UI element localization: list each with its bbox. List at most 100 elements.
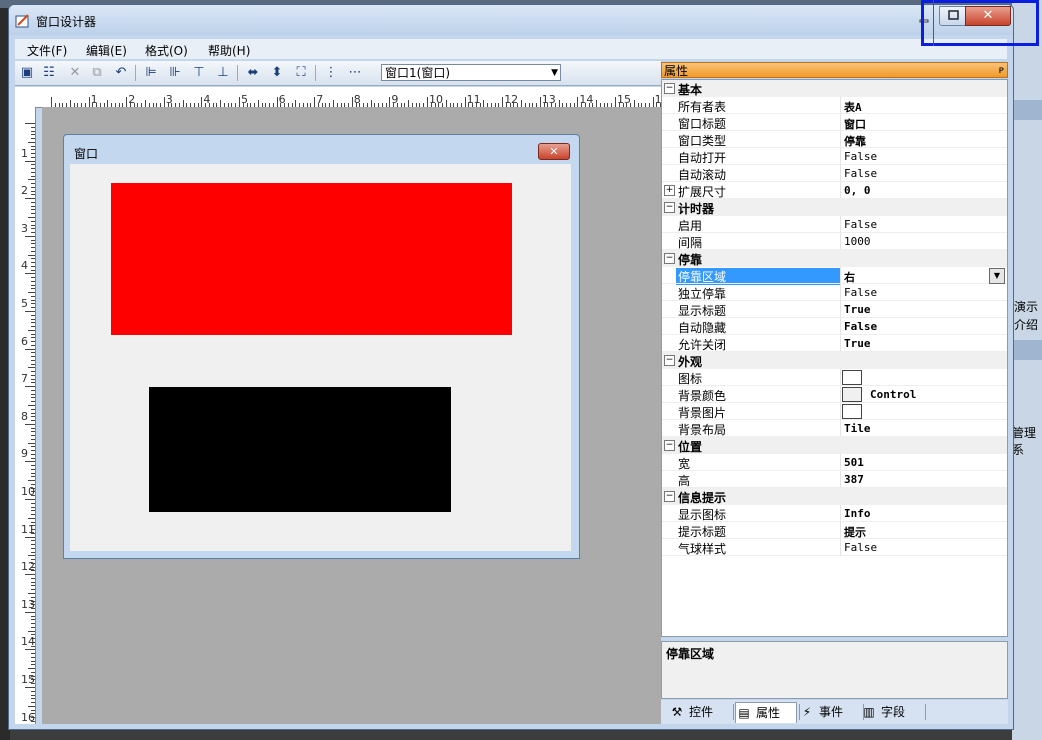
property-row[interactable]: 窗口标题 窗口: [662, 114, 1007, 131]
property-row[interactable]: 独立停靠 False: [662, 284, 1007, 301]
property-value[interactable]: False: [844, 541, 877, 554]
property-value[interactable]: False: [844, 218, 877, 231]
align-right-icon[interactable]: ⊪: [167, 65, 183, 81]
dropdown-arrow-icon[interactable]: ▼: [989, 268, 1005, 284]
property-row[interactable]: 背景图片: [662, 403, 1007, 420]
properties-list-icon[interactable]: ☷: [41, 65, 57, 81]
collapse-icon[interactable]: −: [664, 491, 675, 502]
property-row[interactable]: 高 387: [662, 471, 1007, 488]
save-icon[interactable]: ▣: [19, 65, 35, 81]
ruler-tick: [28, 442, 35, 444]
collapse-icon[interactable]: −: [664, 202, 675, 213]
property-category[interactable]: − 外观: [662, 352, 1007, 369]
property-row[interactable]: 气球样式 False: [662, 539, 1007, 556]
horizontal-spacing-icon[interactable]: ⋯: [347, 65, 363, 81]
property-row[interactable]: 提示标题 提示: [662, 522, 1007, 539]
property-category[interactable]: − 基本: [662, 80, 1007, 97]
same-height-icon[interactable]: ⬍: [269, 65, 285, 81]
tab-lightning[interactable]: ⚡ 事件: [799, 702, 859, 722]
vertical-spacing-icon[interactable]: ⋮: [323, 65, 339, 81]
property-category[interactable]: − 信息提示: [662, 488, 1007, 505]
menu-file[interactable]: 文件(F): [27, 42, 67, 59]
collapse-icon[interactable]: −: [664, 253, 675, 264]
collapse-icon[interactable]: −: [664, 355, 675, 366]
property-value[interactable]: 1000: [844, 235, 871, 248]
property-row[interactable]: 宽 501: [662, 454, 1007, 471]
same-size-icon[interactable]: ⛶: [293, 65, 309, 81]
tab-tools[interactable]: ⚒ 控件: [669, 702, 729, 722]
property-row[interactable]: 自动打开 False: [662, 148, 1007, 165]
property-row[interactable]: 自动隐藏 False: [662, 318, 1007, 335]
property-value[interactable]: 0, 0: [844, 184, 871, 197]
ruler-tick: [295, 100, 297, 107]
menu-format[interactable]: 格式(O): [145, 42, 188, 59]
black-panel-control[interactable]: [149, 387, 451, 512]
property-value[interactable]: False: [844, 167, 877, 180]
ruler-tick: [145, 100, 146, 107]
ruler-tick: [31, 457, 35, 459]
ruler-tick: [31, 698, 35, 700]
property-value[interactable]: 右: [844, 269, 855, 285]
property-row[interactable]: 停靠区域右 ▼: [662, 267, 1007, 285]
annotation-line: [933, 0, 934, 46]
property-category[interactable]: − 计时器: [662, 199, 1007, 216]
expand-icon[interactable]: +: [664, 185, 675, 196]
ruler-tick: [31, 175, 35, 177]
property-row[interactable]: 间隔 1000: [662, 233, 1007, 250]
ruler-tick: [427, 97, 428, 107]
menu-help[interactable]: 帮助(H): [208, 42, 250, 59]
ruler-tick: [25, 461, 35, 463]
align-top-icon[interactable]: ⊤: [191, 65, 207, 81]
designed-form-client-area[interactable]: [70, 164, 571, 551]
property-value[interactable]: Control: [870, 388, 916, 401]
property-value[interactable]: Tile: [844, 422, 871, 435]
copy-icon[interactable]: ⧉: [89, 65, 105, 81]
tab-properties[interactable]: ▤ 属性: [735, 702, 797, 723]
property-value[interactable]: False: [844, 320, 877, 333]
undo-icon[interactable]: ↶: [113, 65, 129, 81]
red-panel-control[interactable]: [111, 183, 512, 335]
property-row[interactable]: 启用 False: [662, 216, 1007, 233]
property-row[interactable]: 背景布局 Tile: [662, 420, 1007, 437]
property-value[interactable]: False: [844, 286, 877, 299]
property-value[interactable]: 501: [844, 456, 864, 469]
property-row[interactable]: 显示标题 True: [662, 301, 1007, 318]
menu-edit[interactable]: 编辑(E): [86, 42, 127, 59]
cut-icon[interactable]: ✕: [67, 65, 83, 81]
property-value[interactable]: True: [844, 337, 871, 350]
property-value[interactable]: 387: [844, 473, 864, 486]
property-value[interactable]: 窗口: [844, 116, 866, 132]
title-bar[interactable]: 窗口设计器 ✕: [9, 5, 1013, 35]
object-selector-combo[interactable]: 窗口1(窗口) ▼: [381, 64, 561, 81]
align-bottom-icon[interactable]: ⊥: [215, 65, 231, 81]
property-value[interactable]: True: [844, 303, 871, 316]
property-row[interactable]: 图标: [662, 369, 1007, 386]
property-row[interactable]: 允许关闭 True: [662, 335, 1007, 352]
property-row[interactable]: 背景颜色 Control: [662, 386, 1007, 403]
property-value[interactable]: Info: [844, 507, 871, 520]
collapse-icon[interactable]: −: [664, 440, 675, 451]
design-canvas[interactable]: 窗口 ✕: [42, 107, 661, 724]
ruler-tick: [25, 687, 35, 688]
ruler-tick: [31, 502, 35, 504]
property-category[interactable]: − 停靠: [662, 250, 1007, 267]
property-row[interactable]: 窗口类型 停靠: [662, 131, 1007, 148]
property-value[interactable]: False: [844, 150, 877, 163]
property-category[interactable]: − 位置: [662, 437, 1007, 454]
same-width-icon[interactable]: ⬌: [245, 65, 261, 81]
property-value[interactable]: 停靠: [844, 133, 866, 149]
tab-field[interactable]: ▥ 字段: [861, 702, 921, 722]
property-value[interactable]: 表A: [844, 99, 862, 115]
designed-form[interactable]: 窗口 ✕: [63, 134, 580, 559]
align-left-icon[interactable]: ⊫: [143, 65, 159, 81]
property-row[interactable]: 所有者表 表A: [662, 97, 1007, 114]
property-row[interactable]: + 扩展尺寸 0, 0: [662, 182, 1007, 199]
property-row[interactable]: 显示图标 Info: [662, 505, 1007, 522]
ruler-tick: [31, 307, 35, 309]
pin-icon[interactable]: ᴘ: [999, 63, 1004, 79]
designed-form-close-icon[interactable]: ✕: [538, 143, 570, 160]
property-value[interactable]: 提示: [844, 524, 866, 540]
collapse-icon[interactable]: −: [664, 83, 675, 94]
ruler-number: 14: [579, 93, 594, 106]
property-row[interactable]: 自动滚动 False: [662, 165, 1007, 182]
